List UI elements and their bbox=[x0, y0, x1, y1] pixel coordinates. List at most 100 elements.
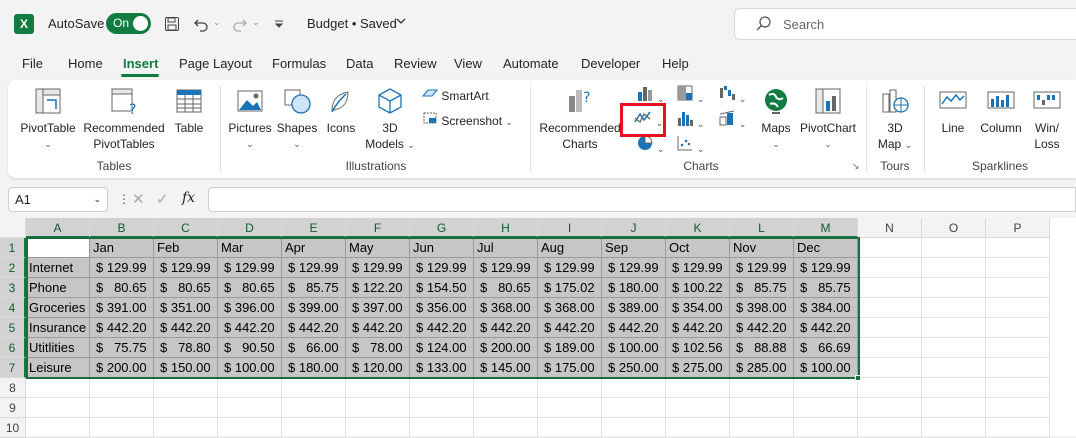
column-header-a[interactable]: A bbox=[26, 218, 90, 238]
cell-e4[interactable]: $ 399.00 bbox=[282, 298, 346, 318]
column-header-i[interactable]: I bbox=[538, 218, 602, 238]
cell-p2[interactable] bbox=[986, 258, 1050, 278]
cell-j2[interactable]: $ 129.99 bbox=[602, 258, 666, 278]
cell-f5[interactable]: $ 442.20 bbox=[346, 318, 410, 338]
cell-h3[interactable]: $ 80.65 bbox=[474, 278, 538, 298]
cell-a4[interactable]: Groceries bbox=[26, 298, 90, 318]
shapes-button[interactable]: Shapes ⌄ bbox=[274, 86, 320, 152]
insert-function-icon[interactable]: fx bbox=[182, 190, 195, 206]
cell-g6[interactable]: $ 124.00 bbox=[410, 338, 474, 358]
cell-p9[interactable] bbox=[986, 398, 1050, 418]
search-box[interactable]: Search bbox=[734, 8, 1076, 40]
cell-h5[interactable]: $ 442.20 bbox=[474, 318, 538, 338]
cell-p8[interactable] bbox=[986, 378, 1050, 398]
cell-l1[interactable]: Nov bbox=[730, 238, 794, 258]
cell-b3[interactable]: $ 80.65 bbox=[90, 278, 154, 298]
customize-qat-icon[interactable] bbox=[268, 13, 290, 35]
tab-file[interactable]: File bbox=[22, 56, 43, 71]
cell-p6[interactable] bbox=[986, 338, 1050, 358]
cell-j8[interactable] bbox=[602, 378, 666, 398]
cell-k7[interactable]: $ 275.00 bbox=[666, 358, 730, 378]
tab-page-layout[interactable]: Page Layout bbox=[179, 56, 252, 71]
name-box[interactable]: A1 ⌄ bbox=[8, 187, 108, 212]
cell-i10[interactable] bbox=[538, 418, 602, 438]
redo-dropdown-icon[interactable]: ⌄ bbox=[252, 17, 260, 28]
cell-f4[interactable]: $ 397.00 bbox=[346, 298, 410, 318]
sparkline-winloss-button[interactable]: Win/ Loss bbox=[1028, 86, 1066, 152]
cell-j6[interactable]: $ 100.00 bbox=[602, 338, 666, 358]
pivottable-button[interactable]: PivotTable ⌄ bbox=[18, 86, 78, 152]
cell-m7[interactable]: $ 100.00 bbox=[794, 358, 858, 378]
cell-e8[interactable] bbox=[282, 378, 346, 398]
cell-n10[interactable] bbox=[858, 418, 922, 438]
cell-a1[interactable] bbox=[26, 238, 90, 258]
cell-e3[interactable]: $ 85.75 bbox=[282, 278, 346, 298]
insert-combo-chart-button[interactable]: ⌄ bbox=[712, 109, 752, 131]
pictures-button[interactable]: Pictures ⌄ bbox=[226, 86, 274, 152]
cell-f8[interactable] bbox=[346, 378, 410, 398]
cell-g4[interactable]: $ 356.00 bbox=[410, 298, 474, 318]
column-header-d[interactable]: D bbox=[218, 218, 282, 238]
cell-g5[interactable]: $ 442.20 bbox=[410, 318, 474, 338]
row-header-7[interactable]: 7 bbox=[0, 358, 26, 378]
smartart-button[interactable]: SmartArt bbox=[421, 86, 518, 104]
cell-a6[interactable]: Utitlities bbox=[26, 338, 90, 358]
cell-j5[interactable]: $ 442.20 bbox=[602, 318, 666, 338]
cell-b6[interactable]: $ 75.75 bbox=[90, 338, 154, 358]
column-header-p[interactable]: P bbox=[986, 218, 1050, 238]
column-header-f[interactable]: F bbox=[346, 218, 410, 238]
column-header-m[interactable]: M bbox=[794, 218, 858, 238]
cell-i9[interactable] bbox=[538, 398, 602, 418]
cell-o8[interactable] bbox=[922, 378, 986, 398]
cell-p3[interactable] bbox=[986, 278, 1050, 298]
tab-review[interactable]: Review bbox=[394, 56, 437, 71]
cell-h1[interactable]: Jul bbox=[474, 238, 538, 258]
cell-p10[interactable] bbox=[986, 418, 1050, 438]
cell-i1[interactable]: Aug bbox=[538, 238, 602, 258]
cell-c3[interactable]: $ 80.65 bbox=[154, 278, 218, 298]
row-header-2[interactable]: 2 bbox=[0, 258, 26, 278]
tab-view[interactable]: View bbox=[454, 56, 482, 71]
cell-h4[interactable]: $ 368.00 bbox=[474, 298, 538, 318]
cell-n2[interactable] bbox=[858, 258, 922, 278]
cell-n8[interactable] bbox=[858, 378, 922, 398]
cell-c8[interactable] bbox=[154, 378, 218, 398]
cell-i3[interactable]: $ 175.02 bbox=[538, 278, 602, 298]
cell-i7[interactable]: $ 175.00 bbox=[538, 358, 602, 378]
cell-b5[interactable]: $ 442.20 bbox=[90, 318, 154, 338]
cell-m2[interactable]: $ 129.99 bbox=[794, 258, 858, 278]
cell-n1[interactable] bbox=[858, 238, 922, 258]
cell-j1[interactable]: Sep bbox=[602, 238, 666, 258]
check-icon[interactable]: ✓ bbox=[156, 190, 169, 208]
cell-o2[interactable] bbox=[922, 258, 986, 278]
cell-j10[interactable] bbox=[602, 418, 666, 438]
cell-a7[interactable]: Leisure bbox=[26, 358, 90, 378]
cell-c6[interactable]: $ 78.80 bbox=[154, 338, 218, 358]
row-header-1[interactable]: 1 bbox=[0, 238, 26, 258]
cell-p1[interactable] bbox=[986, 238, 1050, 258]
cell-e5[interactable]: $ 442.20 bbox=[282, 318, 346, 338]
cell-f7[interactable]: $ 120.00 bbox=[346, 358, 410, 378]
cell-p7[interactable] bbox=[986, 358, 1050, 378]
insert-hierarchy-chart-button[interactable]: ⌄ bbox=[670, 84, 710, 106]
recommended-charts-button[interactable]: ? Recommended Charts bbox=[538, 86, 622, 152]
cell-n9[interactable] bbox=[858, 398, 922, 418]
cell-a10[interactable] bbox=[26, 418, 90, 438]
cell-c2[interactable]: $ 129.99 bbox=[154, 258, 218, 278]
tab-formulas[interactable]: Formulas bbox=[272, 56, 326, 71]
table-button[interactable]: Table bbox=[168, 86, 210, 136]
cell-j3[interactable]: $ 180.00 bbox=[602, 278, 666, 298]
cell-b10[interactable] bbox=[90, 418, 154, 438]
cell-l3[interactable]: $ 85.75 bbox=[730, 278, 794, 298]
cell-k4[interactable]: $ 354.00 bbox=[666, 298, 730, 318]
3d-map-button[interactable]: 3D Map ⌄ bbox=[872, 86, 918, 153]
cell-g1[interactable]: Jun bbox=[410, 238, 474, 258]
cell-d10[interactable] bbox=[218, 418, 282, 438]
cell-j4[interactable]: $ 389.00 bbox=[602, 298, 666, 318]
cell-j9[interactable] bbox=[602, 398, 666, 418]
cell-d6[interactable]: $ 90.50 bbox=[218, 338, 282, 358]
cell-l4[interactable]: $ 398.00 bbox=[730, 298, 794, 318]
row-header-4[interactable]: 4 bbox=[0, 298, 26, 318]
insert-waterfall-chart-button[interactable]: ⌄ bbox=[712, 84, 752, 106]
cell-c9[interactable] bbox=[154, 398, 218, 418]
